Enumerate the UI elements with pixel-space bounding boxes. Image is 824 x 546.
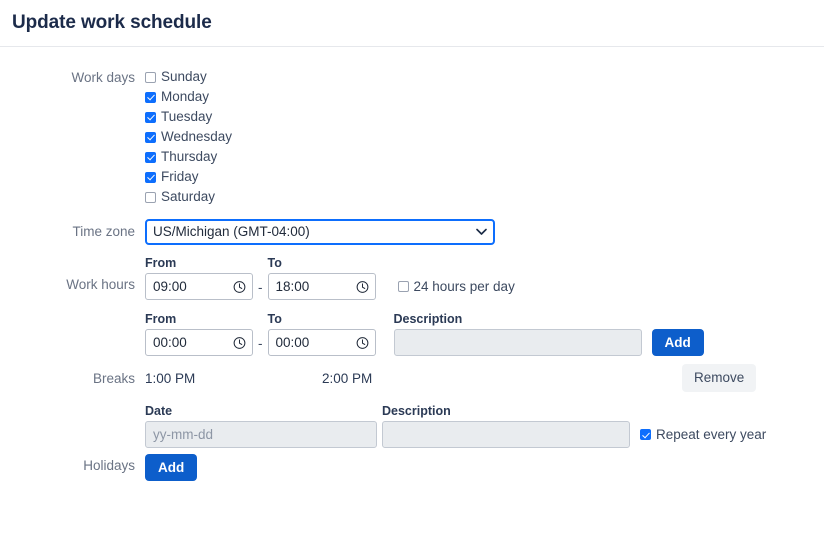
work-day-checkbox-wednesday[interactable] xyxy=(145,132,156,143)
work-hours-label: Work hours xyxy=(0,276,145,300)
work-day-checkbox-saturday[interactable] xyxy=(145,192,156,203)
breaks-from-box xyxy=(145,329,253,356)
holidays-fields: Date Description Repeat every year Add xyxy=(145,404,824,481)
all-day-checkbox[interactable] xyxy=(398,281,409,292)
work-day-label-wednesday: Wednesday xyxy=(161,128,232,146)
work-day-item-wednesday[interactable]: Wednesday xyxy=(145,127,824,147)
work-day-checkbox-friday[interactable] xyxy=(145,172,156,183)
breaks-from-label: From xyxy=(145,312,253,326)
work-schedule-form: Work days Sunday Monday Tuesday Wedne xyxy=(0,47,824,481)
work-day-item-friday[interactable]: Friday xyxy=(145,167,824,187)
time-zone-select-wrap: US/Michigan (GMT-04:00) xyxy=(145,219,495,245)
holidays-date-input[interactable] xyxy=(145,421,377,448)
work-hours-to-label: To xyxy=(268,256,376,270)
work-day-item-thursday[interactable]: Thursday xyxy=(145,147,824,167)
work-day-checkbox-tuesday[interactable] xyxy=(145,112,156,123)
work-hours-separator: - xyxy=(253,280,268,300)
page-header: Update work schedule xyxy=(0,0,824,47)
work-day-label-monday: Monday xyxy=(161,88,209,106)
work-day-label-sunday: Sunday xyxy=(161,68,207,86)
work-days-row: Work days Sunday Monday Tuesday Wedne xyxy=(0,67,824,207)
breaks-row: Breaks From - To xyxy=(0,312,824,394)
breaks-description-group: Description xyxy=(394,312,642,356)
work-hours-from-input[interactable] xyxy=(145,273,253,300)
break-entry-to: 2:00 PM xyxy=(322,371,682,386)
holidays-label: Holidays xyxy=(0,457,145,481)
breaks-separator: - xyxy=(253,336,268,356)
work-hours-field-line: From - To xyxy=(145,256,824,300)
work-hours-to-group: To xyxy=(268,256,376,300)
work-day-checkbox-sunday[interactable] xyxy=(145,72,156,83)
breaks-field-line: From - To xyxy=(145,312,824,356)
holidays-description-input[interactable] xyxy=(382,421,630,448)
time-zone-row: Time zone US/Michigan (GMT-04:00) xyxy=(0,219,824,245)
holidays-row: Holidays Date Description Repeat every y… xyxy=(0,404,824,481)
work-day-item-monday[interactable]: Monday xyxy=(145,87,824,107)
work-hours-from-group: From xyxy=(145,256,253,300)
breaks-label: Breaks xyxy=(0,370,145,394)
holidays-description-label: Description xyxy=(382,404,630,418)
breaks-to-group: To xyxy=(268,312,376,356)
work-day-item-tuesday[interactable]: Tuesday xyxy=(145,107,824,127)
work-days-label: Work days xyxy=(0,67,145,87)
holidays-date-group: Date xyxy=(145,404,377,448)
work-day-label-tuesday: Tuesday xyxy=(161,108,212,126)
time-zone-select[interactable]: US/Michigan (GMT-04:00) xyxy=(145,219,495,245)
work-day-item-sunday[interactable]: Sunday xyxy=(145,67,824,87)
breaks-to-label: To xyxy=(268,312,376,326)
page-title: Update work schedule xyxy=(12,12,212,34)
breaks-from-input[interactable] xyxy=(145,329,253,356)
work-hours-to-input[interactable] xyxy=(268,273,376,300)
breaks-description-input[interactable] xyxy=(394,329,642,356)
work-hours-fields: From - To xyxy=(145,256,824,300)
all-day-label: 24 hours per day xyxy=(414,278,515,296)
work-day-checkbox-monday[interactable] xyxy=(145,92,156,103)
time-zone-label: Time zone xyxy=(0,223,145,241)
break-entry-row: 1:00 PM 2:00 PM Remove xyxy=(145,362,824,394)
time-zone-fields: US/Michigan (GMT-04:00) xyxy=(145,219,824,245)
work-day-item-saturday[interactable]: Saturday xyxy=(145,187,824,207)
break-entry-from: 1:00 PM xyxy=(145,371,322,386)
work-day-label-saturday: Saturday xyxy=(161,188,215,206)
breaks-fields: From - To xyxy=(145,312,824,394)
work-days-fields: Sunday Monday Tuesday Wednesday Thursday xyxy=(145,67,824,207)
holidays-field-line: Date Description Repeat every year xyxy=(145,404,824,448)
work-days-checkbox-list: Sunday Monday Tuesday Wednesday Thursday xyxy=(145,67,824,207)
breaks-add-button[interactable]: Add xyxy=(652,329,704,356)
work-day-label-friday: Friday xyxy=(161,168,199,186)
breaks-from-group: From xyxy=(145,312,253,356)
holidays-repeat-item[interactable]: Repeat every year xyxy=(640,421,766,448)
all-day-checkbox-item[interactable]: 24 hours per day xyxy=(398,273,515,300)
breaks-description-label: Description xyxy=(394,312,642,326)
holidays-add-button[interactable]: Add xyxy=(145,454,197,481)
holidays-date-label: Date xyxy=(145,404,377,418)
breaks-to-box xyxy=(268,329,376,356)
work-hours-from-box xyxy=(145,273,253,300)
work-day-checkbox-thursday[interactable] xyxy=(145,152,156,163)
work-day-label-thursday: Thursday xyxy=(161,148,217,166)
holidays-repeat-checkbox[interactable] xyxy=(640,429,651,440)
holidays-description-group: Description xyxy=(382,404,630,448)
holidays-repeat-label: Repeat every year xyxy=(656,426,766,444)
breaks-to-input[interactable] xyxy=(268,329,376,356)
work-hours-row: Work hours From - To xyxy=(0,256,824,300)
work-hours-from-label: From xyxy=(145,256,253,270)
work-hours-to-box xyxy=(268,273,376,300)
break-entry-remove-button[interactable]: Remove xyxy=(682,364,756,392)
